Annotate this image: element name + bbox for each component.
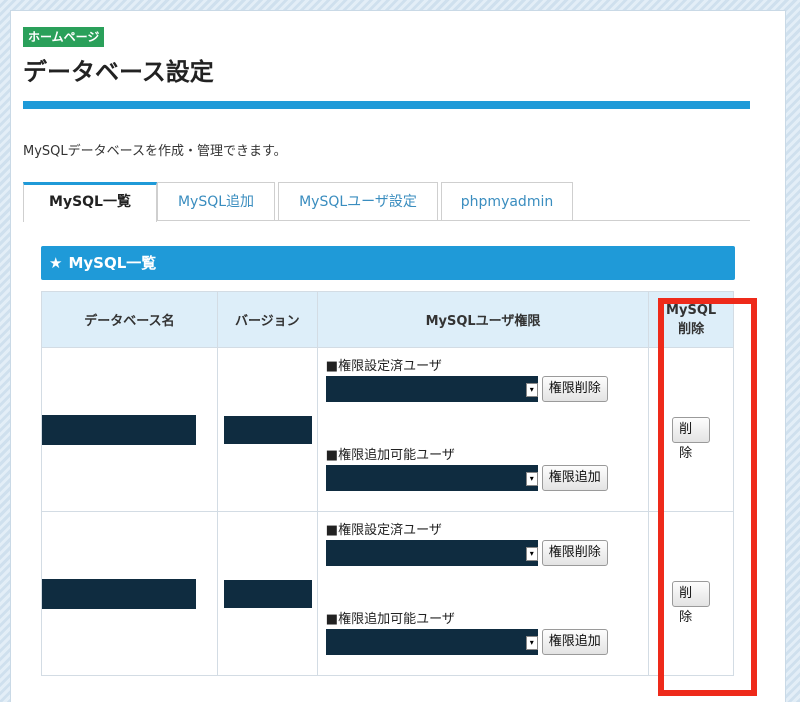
- addable-users-group: ■権限追加可能ユーザ ▾ 権限追加: [318, 444, 648, 491]
- redacted-version: [223, 579, 312, 608]
- title-underline: [23, 101, 750, 109]
- table-header-row: データベース名 バージョン MySQLユーザ権限 MySQL 削除: [41, 291, 734, 348]
- delete-cell: 削除: [648, 347, 734, 512]
- addable-users-label: ■権限追加可能ユーザ: [325, 447, 455, 463]
- redacted-version: [223, 415, 312, 444]
- dropdown-arrow-icon: ▾: [525, 471, 538, 486]
- tab-phpmyadmin[interactable]: phpmyadmin: [441, 182, 573, 221]
- tab-mysql-user-settings[interactable]: MySQLユーザ設定: [278, 182, 438, 221]
- dropdown-arrow-icon: ▾: [525, 635, 538, 650]
- addable-users-label: ■権限追加可能ユーザ: [325, 611, 455, 627]
- redacted-db-name: [42, 578, 196, 609]
- granted-users-group: ■権限設定済ユーザ ▾ 権限削除: [318, 519, 648, 566]
- granted-users-label: ■権限設定済ユーザ: [325, 522, 442, 538]
- addable-users-group: ■権限追加可能ユーザ ▾ 権限追加: [318, 608, 648, 655]
- page-title: データベース設定: [23, 58, 214, 86]
- delete-database-button[interactable]: 削除: [672, 416, 711, 461]
- database-table: データベース名 バージョン MySQLユーザ権限 MySQL 削除 ■権限設定済…: [41, 291, 734, 676]
- granted-users-label: ■権限設定済ユーザ: [325, 358, 442, 374]
- grant-permission-button[interactable]: 権限追加: [541, 628, 608, 655]
- grant-permission-button[interactable]: 権限追加: [541, 464, 608, 491]
- granted-users-group: ■権限設定済ユーザ ▾ 権限削除: [318, 355, 648, 402]
- db-name-cell: [41, 347, 218, 512]
- granted-user-select[interactable]: ▾: [325, 375, 538, 402]
- redacted-db-name: [42, 414, 196, 445]
- page-description: MySQLデータベースを作成・管理できます。: [23, 144, 287, 159]
- header-version: バージョン: [216, 291, 318, 348]
- section-title: MySQL一覧: [68, 254, 157, 272]
- header-db-name: データベース名: [41, 291, 218, 348]
- dropdown-arrow-icon: ▾: [525, 382, 538, 397]
- header-user-perm: MySQLユーザ権限: [316, 291, 650, 348]
- breadcrumb-badge[interactable]: ホームページ: [23, 27, 105, 47]
- revoke-permission-button[interactable]: 権限削除: [541, 539, 608, 566]
- delete-cell: 削除: [648, 511, 734, 676]
- user-perm-cell: ■権限設定済ユーザ ▾ 権限削除 ■権限追加可能ユーザ ▾ 権限追加: [316, 347, 650, 512]
- table-row: ■権限設定済ユーザ ▾ 権限削除 ■権限追加可能ユーザ ▾ 権限追加 削除: [41, 347, 734, 512]
- addable-user-select[interactable]: ▾: [325, 464, 538, 491]
- addable-user-select[interactable]: ▾: [325, 628, 538, 655]
- tab-bar: MySQL一覧 MySQL追加 MySQLユーザ設定 phpmyadmin: [23, 182, 750, 222]
- user-perm-cell: ■権限設定済ユーザ ▾ 権限削除 ■権限追加可能ユーザ ▾ 権限追加: [316, 511, 650, 676]
- header-delete-line2: 削除: [678, 321, 705, 337]
- star-icon: ★: [49, 254, 63, 272]
- tab-mysql-add[interactable]: MySQL追加: [157, 182, 275, 221]
- version-cell: [216, 347, 318, 512]
- granted-user-select[interactable]: ▾: [325, 539, 538, 566]
- db-name-cell: [41, 511, 218, 676]
- table-row: ■権限設定済ユーザ ▾ 権限削除 ■権限追加可能ユーザ ▾ 権限追加 削除: [41, 511, 734, 676]
- version-cell: [216, 511, 318, 676]
- tab-mysql-list[interactable]: MySQL一覧: [23, 182, 157, 222]
- header-delete-line1: MySQL: [666, 302, 717, 318]
- dropdown-arrow-icon: ▾: [525, 546, 538, 561]
- revoke-permission-button[interactable]: 権限削除: [541, 375, 608, 402]
- section-header: ★ MySQL一覧: [41, 246, 735, 280]
- header-delete: MySQL 削除: [648, 291, 734, 348]
- delete-database-button[interactable]: 削除: [672, 580, 711, 625]
